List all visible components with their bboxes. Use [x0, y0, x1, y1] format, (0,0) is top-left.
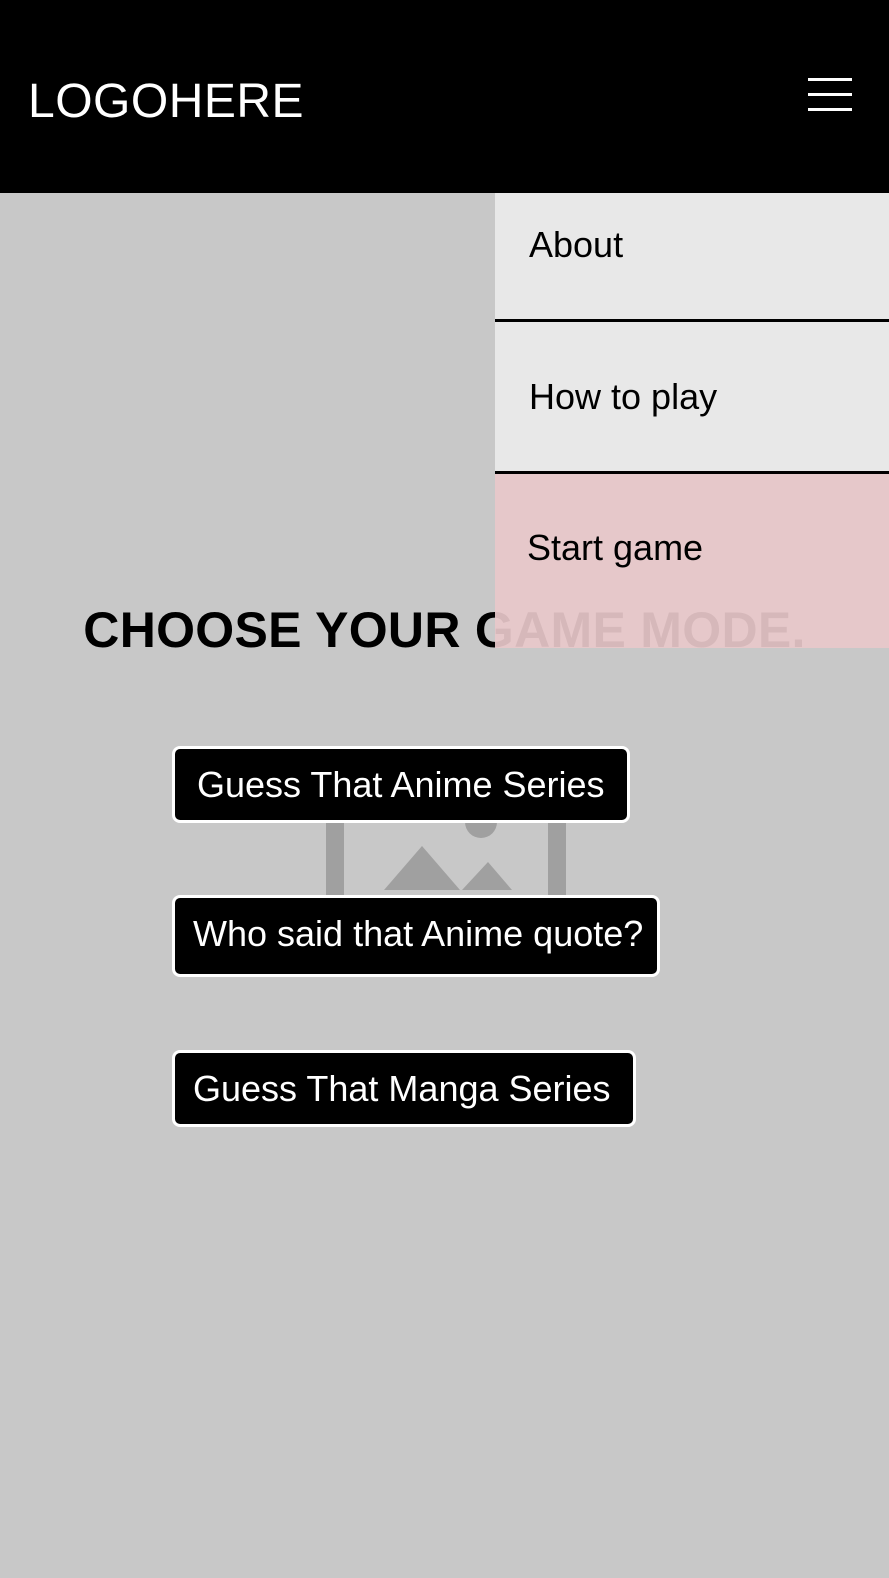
hamburger-line-bottom — [808, 108, 852, 111]
menu-item-label: How to play — [529, 375, 718, 417]
placeholder-mountain-small — [462, 862, 512, 890]
guess-anime-series-button[interactable]: Guess That Anime Series — [172, 746, 630, 823]
logo[interactable]: LOGOHERE — [28, 74, 304, 130]
dropdown-menu: About How to play Start game — [495, 193, 889, 648]
hamburger-line-top — [808, 78, 852, 81]
menu-item-about[interactable]: About — [495, 193, 889, 322]
menu-item-label: About — [529, 224, 624, 265]
anime-quote-button[interactable]: Who said that Anime quote? — [172, 895, 661, 977]
menu-item-how-to-play[interactable]: How to play — [495, 322, 889, 474]
placeholder-frame-right — [548, 820, 566, 900]
guess-manga-series-button[interactable]: Guess That Manga Series — [172, 1050, 636, 1127]
placeholder-frame-left — [326, 820, 344, 900]
menu-item-start-game[interactable]: Start game — [495, 474, 889, 648]
hamburger-line-middle — [808, 93, 852, 96]
menu-item-label: Start game — [527, 527, 704, 568]
hamburger-menu-icon[interactable] — [808, 78, 852, 114]
top-navigation-bar: LOGOHERE — [0, 0, 889, 193]
placeholder-mountain-large — [384, 846, 460, 890]
